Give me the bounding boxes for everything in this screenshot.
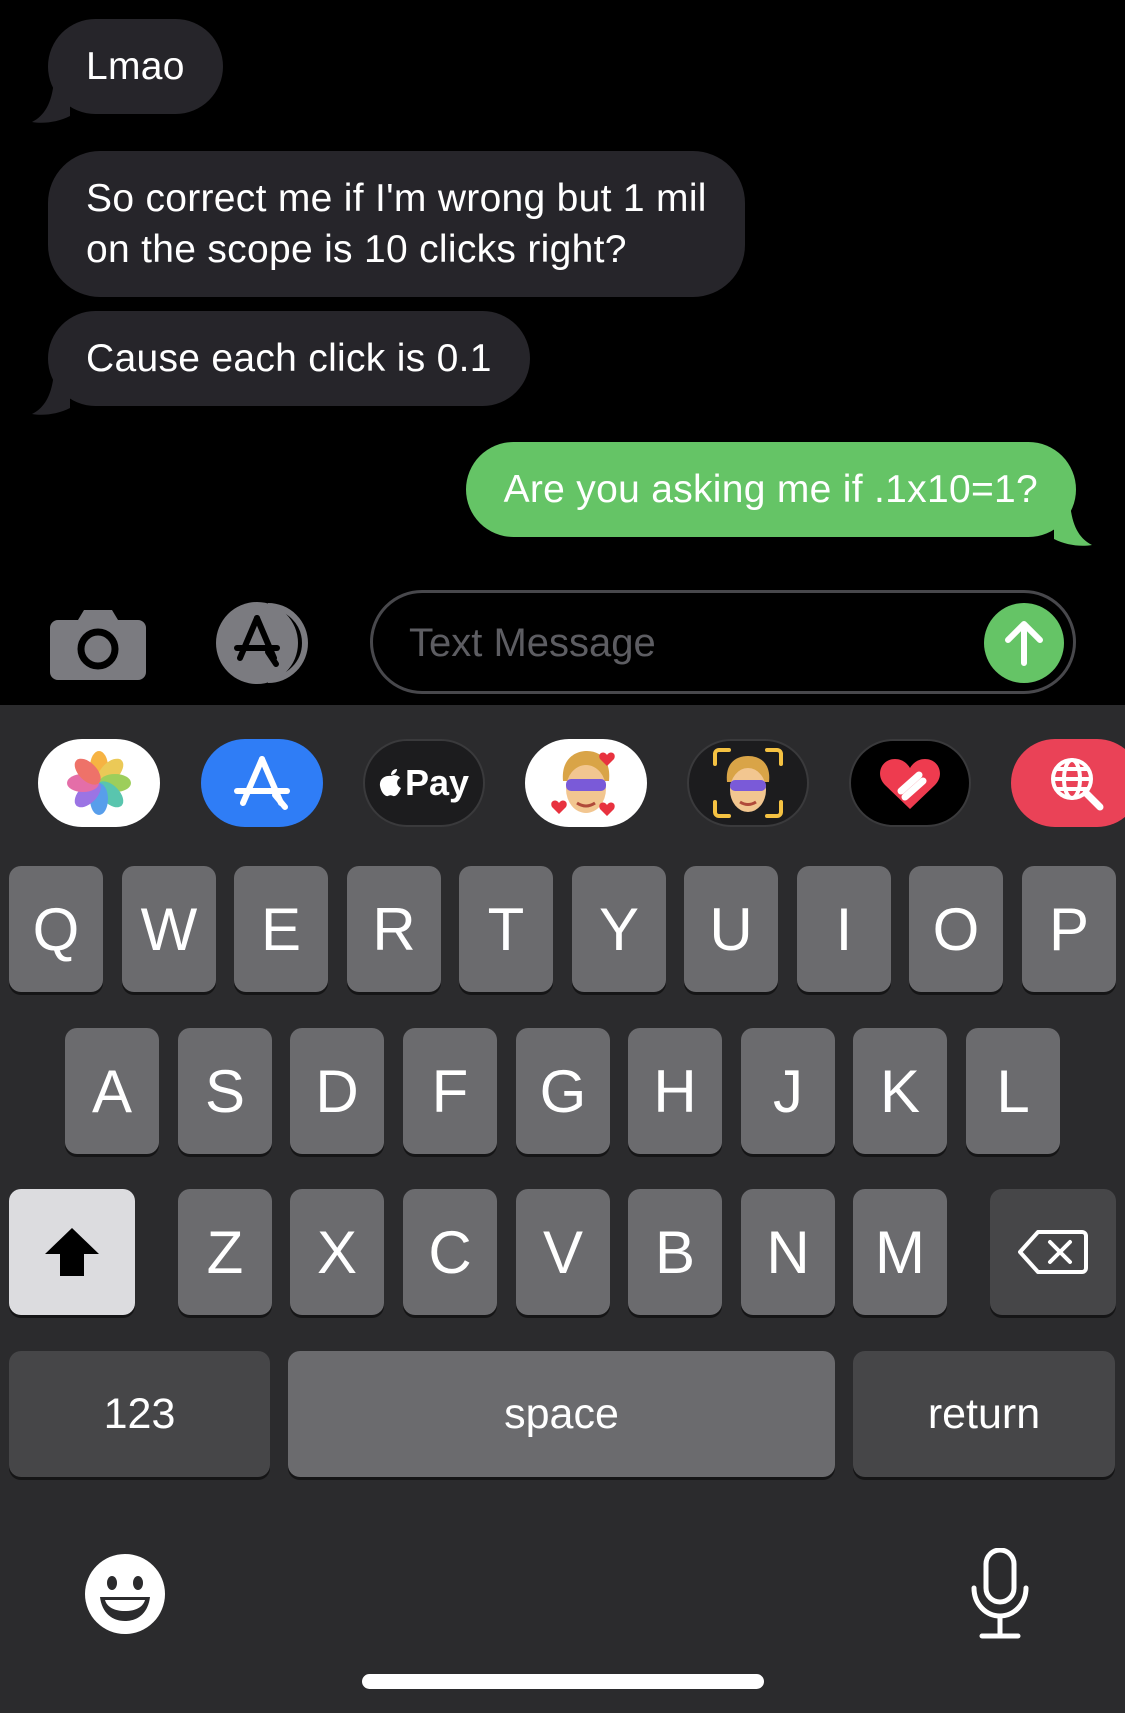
digital-touch-app[interactable] [849, 739, 971, 827]
key-u[interactable]: U [684, 866, 778, 992]
key-w[interactable]: W [122, 866, 216, 992]
key-t[interactable]: T [459, 866, 553, 992]
key-q[interactable]: Q [9, 866, 103, 992]
memoji-icon [713, 748, 783, 818]
apple-pay-icon [379, 769, 401, 797]
heart-icon [880, 759, 940, 809]
imessage-apps-row[interactable]: Pay [0, 739, 1125, 827]
key-a[interactable]: A [65, 1028, 159, 1154]
outgoing-message[interactable]: Are you asking me if .1x10=1? [465, 442, 1076, 537]
message-thread[interactable]: Lmao So correct me if I'm wrong but 1 mi… [0, 0, 1125, 580]
images-search-app[interactable] [1011, 739, 1125, 827]
send-button[interactable] [984, 603, 1064, 683]
app-store-icon [234, 756, 290, 810]
key-b[interactable]: B [628, 1189, 722, 1315]
key-d[interactable]: D [290, 1028, 384, 1154]
delete-key[interactable] [990, 1189, 1116, 1315]
app-store-app[interactable] [201, 739, 323, 827]
key-k[interactable]: K [853, 1028, 947, 1154]
bubble-tail [32, 80, 70, 123]
photos-app[interactable] [38, 739, 160, 827]
key-y[interactable]: Y [572, 866, 666, 992]
incoming-message[interactable]: Lmao [48, 19, 223, 114]
memoji-sticker-icon [551, 751, 615, 816]
key-c[interactable]: C [403, 1189, 497, 1315]
key-i[interactable]: I [797, 866, 891, 992]
key-e[interactable]: E [234, 866, 328, 992]
key-v[interactable]: V [516, 1189, 610, 1315]
apple-pay-label: Pay [404, 762, 470, 803]
microphone-icon[interactable] [968, 1548, 1032, 1640]
emoji-icon[interactable] [84, 1553, 166, 1635]
incoming-message[interactable]: Cause each click is 0.1 [48, 311, 530, 406]
arrow-up-icon [1005, 621, 1043, 666]
home-indicator[interactable] [362, 1674, 764, 1689]
key-h[interactable]: H [628, 1028, 722, 1154]
key-s[interactable]: S [178, 1028, 272, 1154]
app-store-icon[interactable] [210, 602, 316, 684]
camera-icon[interactable] [50, 606, 146, 680]
globe-search-icon [1051, 758, 1104, 811]
key-x[interactable]: X [290, 1189, 384, 1315]
shift-icon [45, 1228, 99, 1276]
photos-icon [67, 751, 131, 815]
keyboard: Pay Q W E R T Y U I O P A S D F G H J K … [0, 705, 1125, 1713]
numbers-key[interactable]: 123 [9, 1351, 270, 1477]
return-key[interactable]: return [853, 1351, 1115, 1477]
shift-key[interactable] [9, 1189, 135, 1315]
key-l[interactable]: L [966, 1028, 1060, 1154]
key-j[interactable]: J [741, 1028, 835, 1154]
bubble-tail [1054, 503, 1092, 546]
key-p[interactable]: P [1022, 866, 1116, 992]
key-o[interactable]: O [909, 866, 1003, 992]
apple-pay-app[interactable]: Pay [363, 739, 485, 827]
compose-bar [0, 580, 1125, 705]
key-f[interactable]: F [403, 1028, 497, 1154]
message-text-field[interactable] [370, 590, 1076, 694]
backspace-icon [1018, 1230, 1088, 1274]
key-z[interactable]: Z [178, 1189, 272, 1315]
bubble-tail [32, 372, 70, 415]
key-r[interactable]: R [347, 866, 441, 992]
key-n[interactable]: N [741, 1189, 835, 1315]
memoji-app[interactable] [687, 739, 809, 827]
space-key[interactable]: space [288, 1351, 835, 1477]
memoji-stickers-app[interactable] [525, 739, 647, 827]
key-g[interactable]: G [516, 1028, 610, 1154]
incoming-message[interactable]: So correct me if I'm wrong but 1 mil on … [48, 151, 745, 297]
key-m[interactable]: M [853, 1189, 947, 1315]
message-input[interactable] [409, 617, 969, 669]
